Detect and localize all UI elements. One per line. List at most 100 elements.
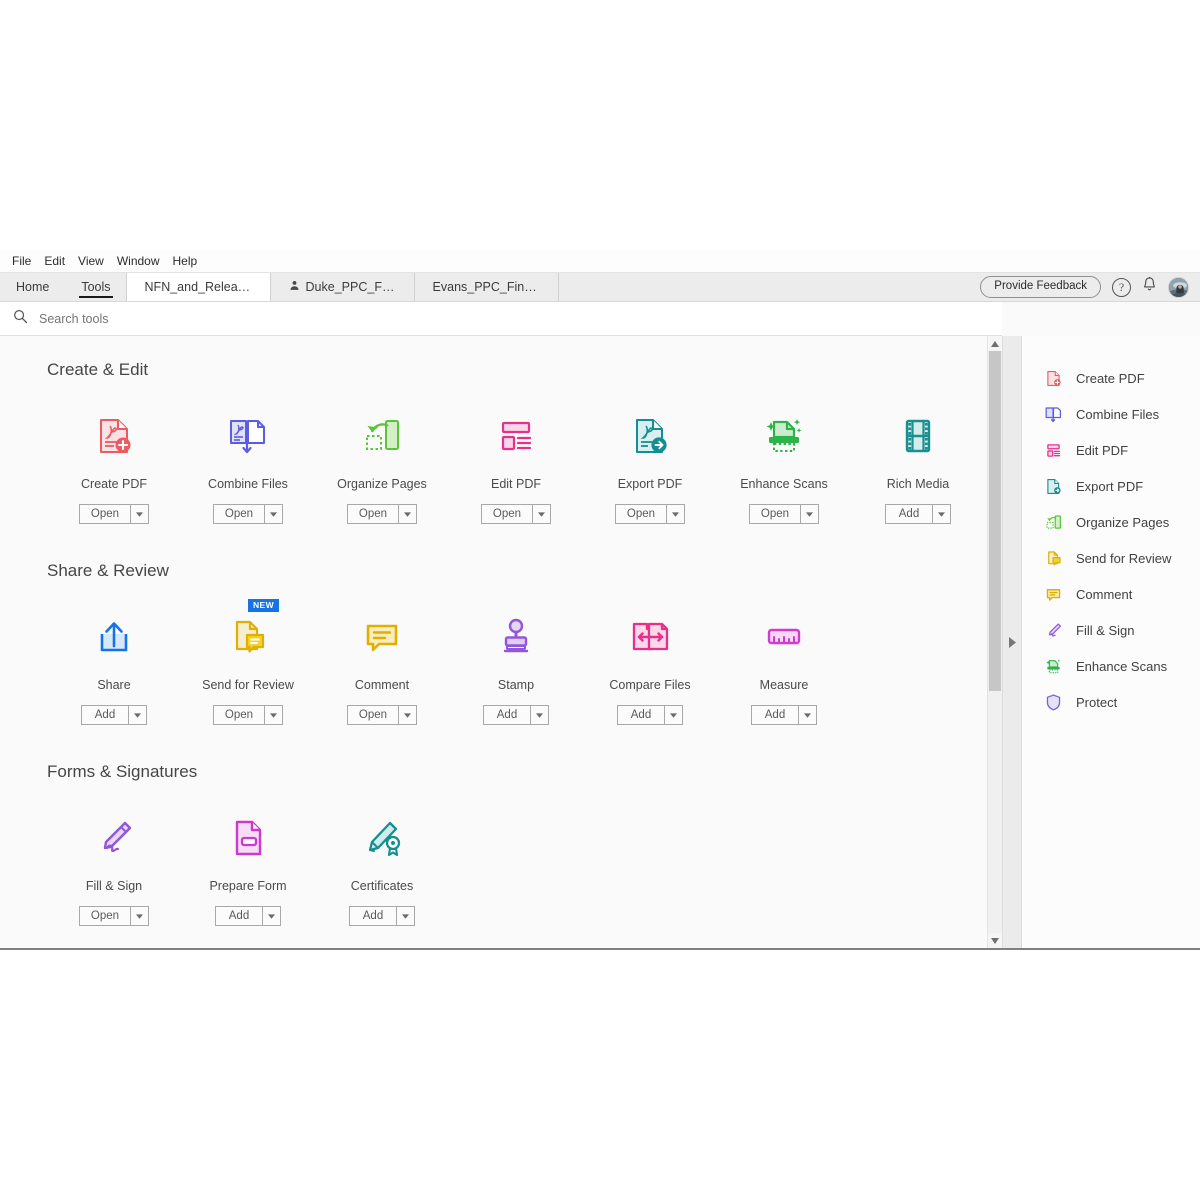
tool-tile-measure[interactable]: Measure Add — [717, 611, 851, 725]
doc-tab-evans[interactable]: Evans_PPC_Final.pdf — [414, 273, 559, 301]
search-icon — [13, 309, 28, 329]
tool-action-button[interactable]: Add — [215, 906, 262, 926]
menu-item-view[interactable]: View — [73, 252, 112, 271]
right-panel-item-protect[interactable]: Protect — [1022, 684, 1200, 720]
tool-tile-enhance-scans[interactable]: Enhance Scans Open — [717, 410, 851, 524]
tool-action-button[interactable]: Add — [483, 705, 530, 725]
chevron-down-icon[interactable] — [532, 504, 551, 524]
tool-label: Certificates — [351, 879, 414, 893]
tool-action-button[interactable]: Add — [81, 705, 128, 725]
tool-action-button[interactable]: Add — [349, 906, 396, 926]
scrollbar-track[interactable] — [988, 351, 1002, 933]
tool-tile-export-pdf[interactable]: Export PDF Open — [583, 410, 717, 524]
certificates-icon — [360, 812, 404, 864]
menu-item-edit[interactable]: Edit — [39, 252, 73, 271]
right-panel-item-send-for-review[interactable]: Send for Review — [1022, 540, 1200, 576]
tool-action-button[interactable]: Open — [213, 705, 264, 725]
tab-tools[interactable]: Tools — [65, 273, 126, 301]
tool-tile-prepare-form[interactable]: Prepare Form Add — [181, 812, 315, 926]
tool-action-button[interactable]: Open — [481, 504, 532, 524]
right-panel-item-comment[interactable]: Comment — [1022, 576, 1200, 612]
tool-tile-organize-pages[interactable]: Organize Pages Open — [315, 410, 449, 524]
panel-expand-handle[interactable] — [1002, 336, 1022, 948]
tool-action-button[interactable]: Open — [79, 906, 130, 926]
chevron-down-icon[interactable] — [798, 705, 817, 725]
tool-action-button[interactable]: Open — [347, 705, 398, 725]
question-mark-circle-icon[interactable]: ? — [1112, 278, 1131, 297]
tab-home[interactable]: Home — [0, 273, 65, 301]
right-panel-item-edit-pdf[interactable]: Edit PDF — [1022, 432, 1200, 468]
chevron-down-icon[interactable] — [262, 906, 281, 926]
tools-vertical-scrollbar[interactable] — [987, 336, 1001, 948]
doc-tab-duke-label: Duke_PPC_Final (0... — [306, 280, 396, 294]
chevron-down-icon[interactable] — [666, 504, 685, 524]
chevron-down-icon[interactable] — [130, 504, 149, 524]
right-panel-item-fill-and-sign[interactable]: Fill & Sign — [1022, 612, 1200, 648]
user-avatar[interactable] — [1168, 277, 1189, 298]
chevron-down-icon[interactable] — [264, 705, 283, 725]
scrollbar-thumb[interactable] — [989, 351, 1001, 691]
tools-pane: Create & Edit — [0, 336, 1002, 948]
create-pdf-icon — [1043, 368, 1063, 388]
provide-feedback-button[interactable]: Provide Feedback — [980, 276, 1101, 298]
tool-tile-send-for-review[interactable]: NEW Send for Review — [181, 611, 315, 725]
search-input[interactable] — [39, 312, 339, 326]
right-panel-item-create-pdf[interactable]: Create PDF — [1022, 360, 1200, 396]
right-panel-item-label: Export PDF — [1076, 479, 1143, 494]
tool-tile-combine-files[interactable]: Combine Files Open — [181, 410, 315, 524]
measure-icon — [762, 611, 806, 663]
chevron-down-icon[interactable] — [664, 705, 683, 725]
tool-tile-stamp[interactable]: Stamp Add — [449, 611, 583, 725]
chevron-down-icon[interactable] — [128, 705, 147, 725]
shared-person-icon — [289, 280, 300, 294]
tool-action-button[interactable]: Open — [615, 504, 666, 524]
tool-tile-certificates[interactable]: Certificates Add — [315, 812, 449, 926]
notification-bell-icon[interactable] — [1142, 276, 1157, 298]
menu-item-help[interactable]: Help — [168, 252, 206, 271]
tool-tile-create-pdf[interactable]: Create PDF Open — [47, 410, 181, 524]
send-for-review-icon: NEW — [226, 611, 270, 663]
doc-tab-duke[interactable]: Duke_PPC_Final (0... — [270, 273, 415, 301]
tool-action-split-button: Add — [81, 705, 147, 725]
scroll-down-button[interactable] — [988, 933, 1002, 948]
menu-item-window[interactable]: Window — [112, 252, 168, 271]
chevron-down-icon[interactable] — [264, 504, 283, 524]
organize-pages-icon — [1043, 512, 1063, 532]
menu-item-file[interactable]: File — [7, 252, 39, 271]
right-panel-item-combine-files[interactable]: Combine Files — [1022, 396, 1200, 432]
tool-tile-compare-files[interactable]: Compare Files Add — [583, 611, 717, 725]
tool-tile-rich-media[interactable]: Rich Media Add — [851, 410, 985, 524]
tool-tile-share[interactable]: Share Add — [47, 611, 181, 725]
chevron-down-icon[interactable] — [800, 504, 819, 524]
doc-tab-nfn[interactable]: NFN_and_ReleaseN... — [126, 273, 271, 301]
tool-action-button[interactable]: Add — [751, 705, 798, 725]
tool-action-button[interactable]: Open — [347, 504, 398, 524]
tool-tile-edit-pdf[interactable]: Edit PDF Open — [449, 410, 583, 524]
chevron-down-icon[interactable] — [530, 705, 549, 725]
right-panel-item-export-pdf[interactable]: Export PDF — [1022, 468, 1200, 504]
tab-bar: Home Tools NFN_and_ReleaseN... Duke_PPC_… — [0, 273, 1200, 302]
chevron-down-icon[interactable] — [396, 906, 415, 926]
doc-tab-nfn-label: NFN_and_ReleaseN... — [145, 280, 252, 294]
tool-action-button[interactable]: Open — [79, 504, 130, 524]
tool-tile-fill-and-sign[interactable]: Fill & Sign Open — [47, 812, 181, 926]
tab-bar-actions: Provide Feedback ? — [980, 273, 1200, 301]
tool-action-button[interactable]: Add — [885, 504, 932, 524]
tool-action-button[interactable]: Open — [213, 504, 264, 524]
chevron-down-icon[interactable] — [398, 705, 417, 725]
tool-action-button[interactable]: Add — [617, 705, 664, 725]
chevron-down-icon[interactable] — [932, 504, 951, 524]
right-panel-item-organize-pages[interactable]: Organize Pages — [1022, 504, 1200, 540]
protect-icon — [1043, 692, 1063, 712]
chevron-down-icon[interactable] — [130, 906, 149, 926]
new-badge: NEW — [248, 599, 279, 612]
tool-tile-comment[interactable]: Comment Open — [315, 611, 449, 725]
scroll-up-button[interactable] — [988, 336, 1002, 351]
tool-label: Export PDF — [618, 477, 683, 491]
fill-and-sign-icon — [92, 812, 136, 864]
right-panel-item-enhance-scans[interactable]: Enhance Scans — [1022, 648, 1200, 684]
chevron-down-icon[interactable] — [398, 504, 417, 524]
tool-label: Edit PDF — [491, 477, 541, 491]
tool-action-button[interactable]: Open — [749, 504, 800, 524]
tool-label: Share — [97, 678, 130, 692]
